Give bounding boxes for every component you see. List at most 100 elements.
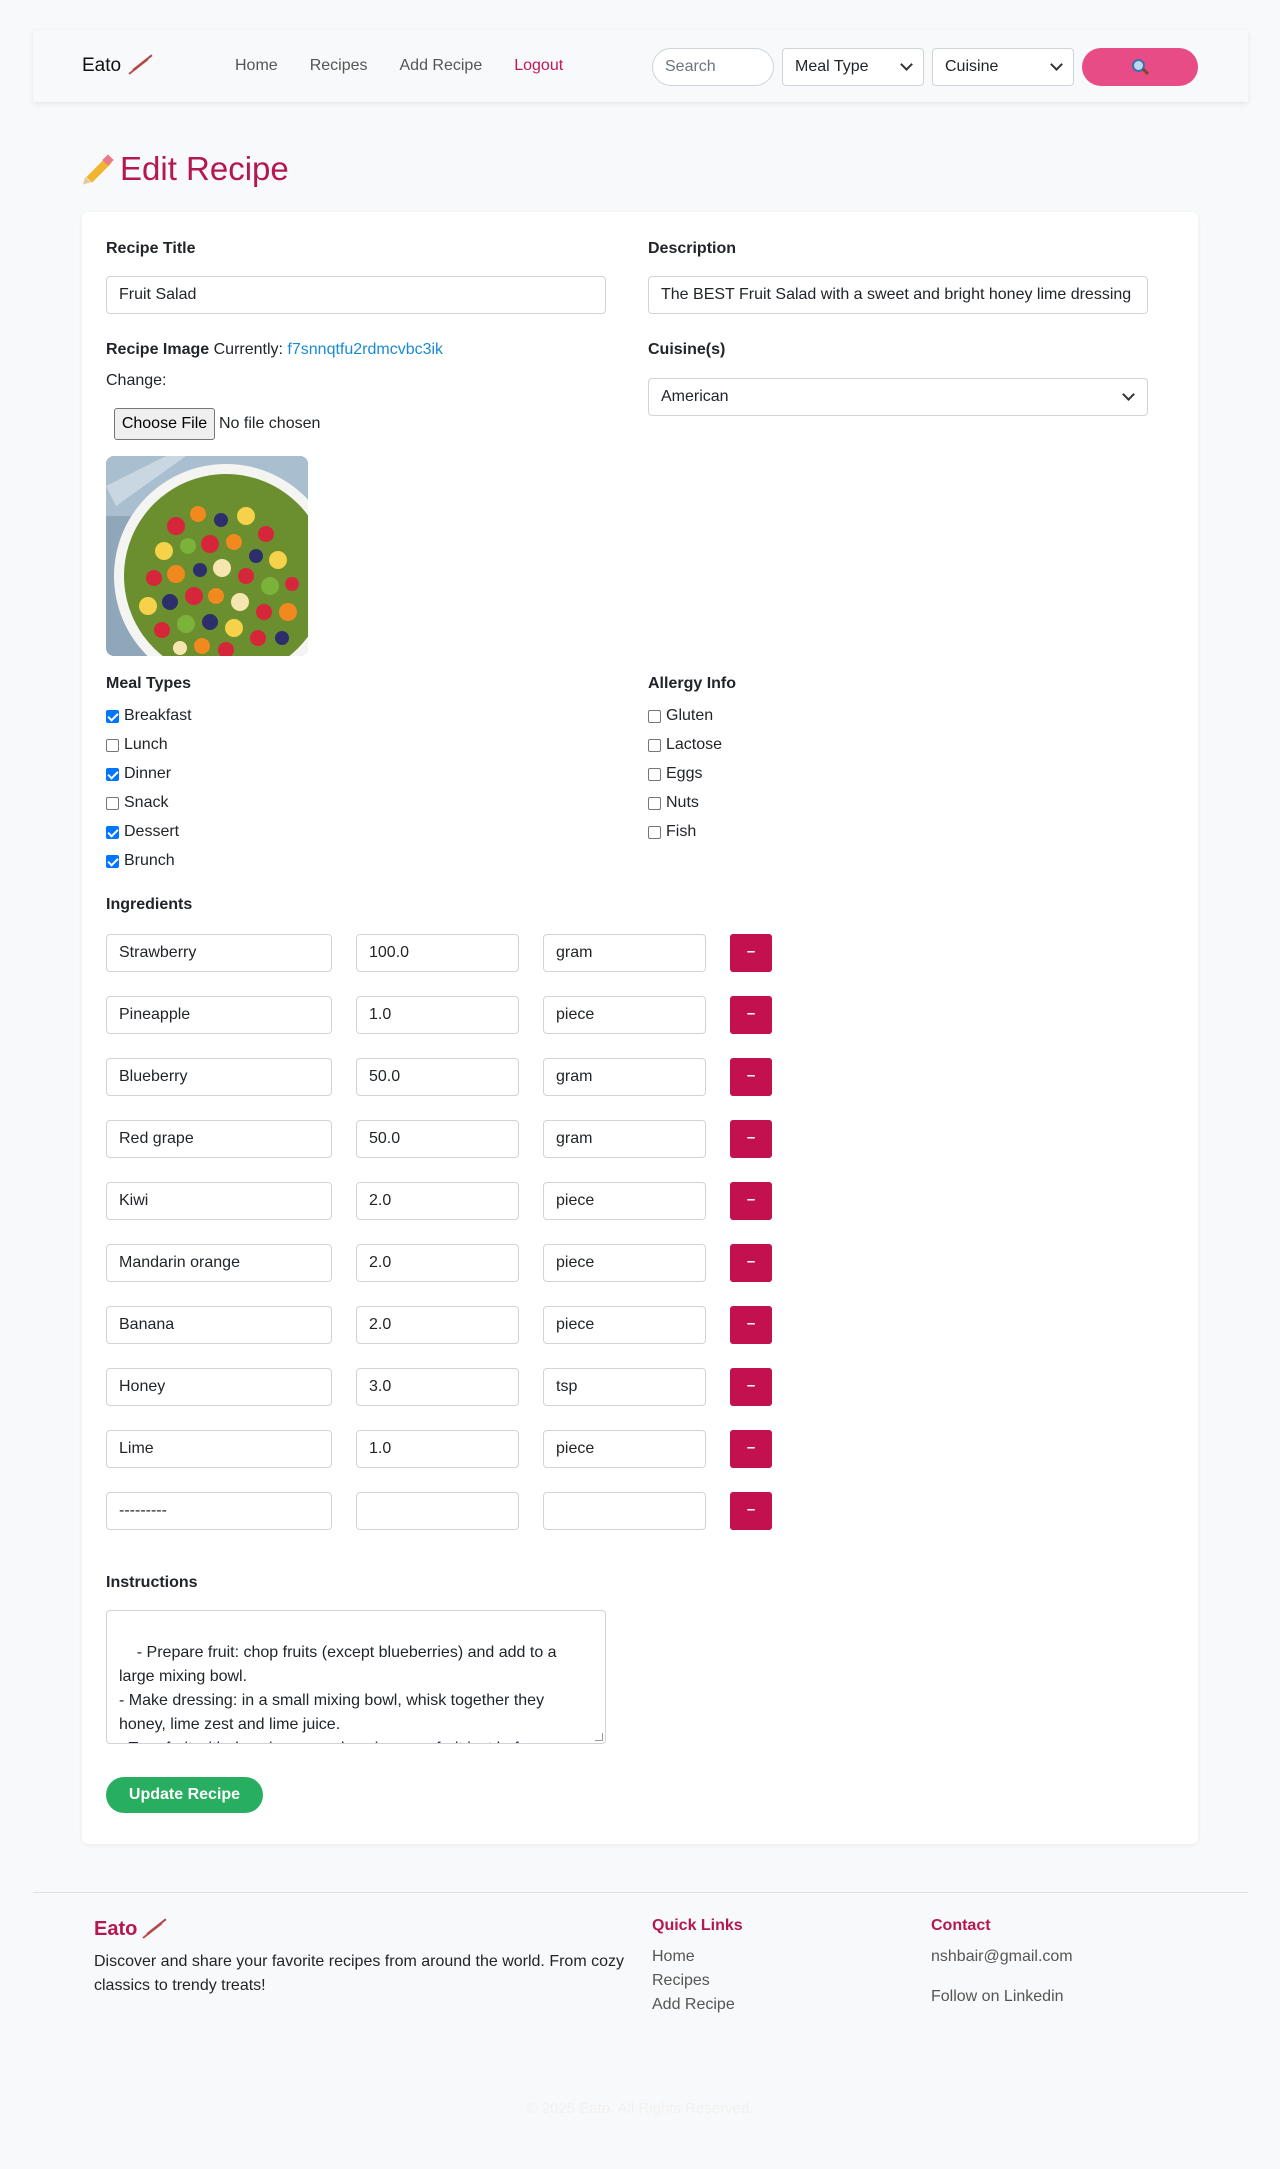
current-image-link[interactable]: f7snnqtfu2rdmcvbc3ik xyxy=(287,341,443,358)
ingredient-name-input[interactable]: Lime xyxy=(106,1430,332,1468)
ingredient-unit-input[interactable]: gram xyxy=(543,1058,706,1096)
resize-handle-icon[interactable] xyxy=(595,1733,603,1741)
recipe-title-input[interactable]: Fruit Salad xyxy=(106,276,606,314)
ingredient-quantity-input[interactable]: 100.0 xyxy=(356,934,519,972)
allergy-checkbox[interactable] xyxy=(648,738,661,752)
ingredient-unit-input[interactable]: tsp xyxy=(543,1368,706,1406)
remove-ingredient-button[interactable]: – xyxy=(730,1492,772,1530)
ingredient-unit-input[interactable]: gram xyxy=(543,934,706,972)
meal-type-snack-option[interactable]: Snack xyxy=(106,794,168,812)
ingredient-unit-input[interactable]: piece xyxy=(543,1182,706,1220)
meal-type-checkbox[interactable] xyxy=(106,825,119,839)
remove-ingredient-button[interactable]: – xyxy=(730,1182,772,1220)
meal-type-breakfast-option[interactable]: Breakfast xyxy=(106,707,192,725)
nav-logout-link[interactable]: Logout xyxy=(514,57,563,75)
meal-type-brunch-option[interactable]: Brunch xyxy=(106,852,175,870)
footer-link-add-recipe[interactable]: Add Recipe xyxy=(652,1996,735,2014)
remove-ingredient-button[interactable]: – xyxy=(730,934,772,972)
ingredient-name-input[interactable]: Strawberry xyxy=(106,934,332,972)
ingredient-unit-input[interactable]: piece xyxy=(543,1306,706,1344)
ingredient-row: Red grape 50.0 gram – xyxy=(106,1120,772,1158)
meal-type-label: Breakfast xyxy=(124,707,192,724)
recipe-image-preview xyxy=(106,456,308,656)
ingredient-unit-input[interactable]: piece xyxy=(543,1430,706,1468)
remove-ingredient-button[interactable]: – xyxy=(730,1368,772,1406)
meal-type-checkbox[interactable] xyxy=(106,709,119,723)
footer-divider xyxy=(33,1892,1248,1893)
instructions-textarea[interactable]: - Prepare fruit: chop fruits (except blu… xyxy=(106,1610,606,1744)
brand-name[interactable]: Eato xyxy=(82,55,121,77)
remove-ingredient-button[interactable]: – xyxy=(730,1306,772,1344)
description-input[interactable]: The BEST Fruit Salad with a sweet and br… xyxy=(648,276,1148,314)
ingredient-name-input[interactable]: Kiwi xyxy=(106,1182,332,1220)
meal-type-checkbox[interactable] xyxy=(106,738,119,752)
allergy-checkbox[interactable] xyxy=(648,709,661,723)
remove-ingredient-button[interactable]: – xyxy=(730,1120,772,1158)
meal-type-checkbox[interactable] xyxy=(106,767,119,781)
remove-ingredient-button[interactable]: – xyxy=(730,1430,772,1468)
search-input[interactable]: Search xyxy=(652,48,774,86)
nav-home-link[interactable]: Home xyxy=(235,57,278,75)
cuisine-field-select[interactable]: American xyxy=(648,378,1148,416)
ingredient-name-input[interactable]: Banana xyxy=(106,1306,332,1344)
footer-link-home[interactable]: Home xyxy=(652,1948,695,1966)
ingredient-quantity-input[interactable] xyxy=(356,1492,519,1530)
allergy-fish-option[interactable]: Fish xyxy=(648,823,696,841)
cuisine-select[interactable]: Cuisine xyxy=(932,48,1074,86)
meal-type-dinner-option[interactable]: Dinner xyxy=(106,765,171,783)
quick-links-heading: Quick Links xyxy=(652,1917,743,1934)
allergy-checkbox[interactable] xyxy=(648,825,661,839)
update-recipe-button[interactable]: Update Recipe xyxy=(106,1777,263,1813)
allergy-eggs-option[interactable]: Eggs xyxy=(648,765,702,783)
search-button[interactable] xyxy=(1082,48,1198,86)
brand-logo[interactable]: Eato xyxy=(82,54,153,77)
edit-recipe-form: Recipe Title Fruit Salad Description The… xyxy=(82,212,1198,1844)
recipe-title-label: Recipe Title xyxy=(106,240,196,257)
ingredient-name-input[interactable]: Pineapple xyxy=(106,996,332,1034)
ingredient-row: Kiwi 2.0 piece – xyxy=(106,1182,772,1220)
ingredient-unit-input[interactable]: piece xyxy=(543,996,706,1034)
ingredient-quantity-input[interactable]: 1.0 xyxy=(356,1430,519,1468)
footer-brand: Eato xyxy=(94,1917,167,1941)
allergy-lactose-option[interactable]: Lactose xyxy=(648,736,722,754)
meal-type-label: Snack xyxy=(124,794,169,811)
meal-type-select[interactable]: Meal Type xyxy=(782,48,924,86)
ingredient-unit-input[interactable]: piece xyxy=(543,1244,706,1282)
ingredient-row: Mandarin orange 2.0 piece – xyxy=(106,1244,772,1282)
ingredient-quantity-input[interactable]: 50.0 xyxy=(356,1058,519,1096)
ingredient-quantity-input[interactable]: 2.0 xyxy=(356,1306,519,1344)
ingredient-name-input[interactable]: Honey xyxy=(106,1368,332,1406)
allergy-checkbox[interactable] xyxy=(648,796,661,810)
allergy-checkbox[interactable] xyxy=(648,767,661,781)
linkedin-link[interactable]: Follow on Linkedin xyxy=(931,1988,1064,2006)
meal-type-checkbox[interactable] xyxy=(106,796,119,810)
allergy-gluten-option[interactable]: Gluten xyxy=(648,707,713,725)
footer-link-recipes[interactable]: Recipes xyxy=(652,1972,710,1990)
choose-file-button[interactable]: Choose File xyxy=(114,408,215,440)
ingredient-unit-input[interactable]: gram xyxy=(543,1120,706,1158)
ingredient-quantity-input[interactable]: 50.0 xyxy=(356,1120,519,1158)
ingredient-quantity-input[interactable]: 3.0 xyxy=(356,1368,519,1406)
contact-heading: Contact xyxy=(931,1917,991,1934)
ingredient-name-input[interactable]: Mandarin orange xyxy=(106,1244,332,1282)
ingredient-quantity-input[interactable]: 2.0 xyxy=(356,1182,519,1220)
nav-recipes-link[interactable]: Recipes xyxy=(310,57,368,75)
allergy-nuts-option[interactable]: Nuts xyxy=(648,794,699,812)
meal-type-lunch-option[interactable]: Lunch xyxy=(106,736,168,754)
ingredient-name-input[interactable]: Blueberry xyxy=(106,1058,332,1096)
cuisine-field-value: American xyxy=(661,388,729,405)
contact-email[interactable]: nshbair@gmail.com xyxy=(931,1948,1073,1966)
meal-type-checkbox[interactable] xyxy=(106,854,119,868)
remove-ingredient-button[interactable]: – xyxy=(730,996,772,1034)
remove-ingredient-button[interactable]: – xyxy=(730,1058,772,1096)
ingredient-unit-input[interactable] xyxy=(543,1492,706,1530)
nav-add-recipe-link[interactable]: Add Recipe xyxy=(400,57,483,75)
no-file-text: No file chosen xyxy=(219,415,321,432)
ingredient-name-input[interactable]: Red grape xyxy=(106,1120,332,1158)
ingredient-quantity-input[interactable]: 1.0 xyxy=(356,996,519,1034)
remove-ingredient-button[interactable]: – xyxy=(730,1244,772,1282)
meal-type-dessert-option[interactable]: Dessert xyxy=(106,823,179,841)
allergy-label: Gluten xyxy=(666,707,714,724)
ingredient-quantity-input[interactable]: 2.0 xyxy=(356,1244,519,1282)
ingredient-name-input[interactable]: --------- xyxy=(106,1492,332,1530)
